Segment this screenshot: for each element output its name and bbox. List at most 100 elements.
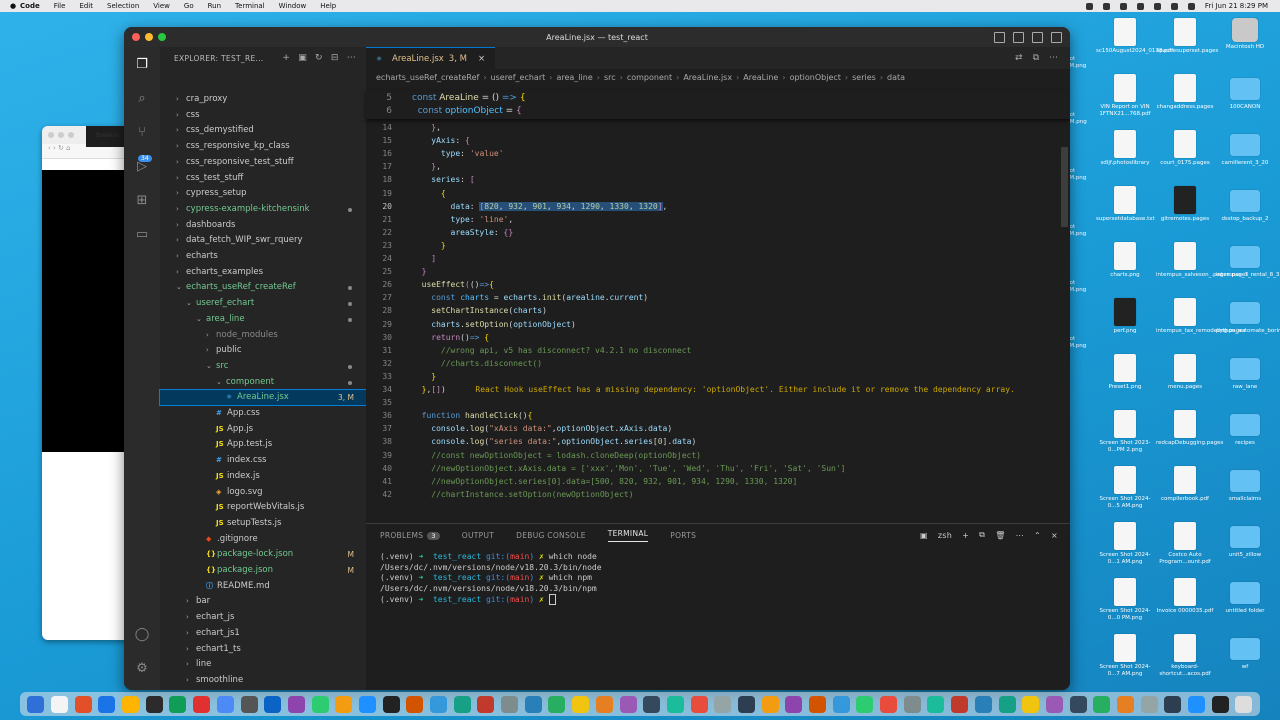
dock-app-icon[interactable] [974, 695, 992, 713]
dock-app-icon[interactable] [382, 695, 400, 713]
dock-app-icon[interactable] [880, 695, 898, 713]
source-control-icon[interactable]: ⑂ [134, 125, 150, 141]
desktop-icon[interactable]: camillerent_3_20 [1216, 130, 1274, 167]
code-line[interactable]: 40 //newOptionObject.xAxis.data = ['xxx'… [366, 462, 1070, 475]
menu-selection[interactable]: Selection [107, 2, 139, 10]
editor-scrollbar[interactable] [1061, 147, 1068, 227]
dock-app-icon[interactable] [785, 695, 803, 713]
status-icon[interactable] [1102, 2, 1110, 10]
desktop-icon[interactable]: python_automate_boring [1216, 298, 1280, 335]
tree-folder[interactable]: › echarts [160, 249, 366, 264]
desktop-icon[interactable]: charts.png [1096, 242, 1154, 279]
desktop-icon[interactable]: court_0175.pages [1156, 130, 1214, 167]
tree-folder[interactable]: › echart_js [160, 610, 366, 625]
code-line[interactable]: 35 [366, 396, 1070, 409]
desktop-icon[interactable]: 100CANON [1216, 74, 1274, 111]
tree-folder[interactable]: ⌄ src [160, 359, 366, 374]
breadcrumb-item[interactable]: data [887, 73, 905, 82]
desktop-icon[interactable]: gitremotes.pages [1156, 186, 1214, 223]
code-line[interactable]: 17 }, [366, 160, 1070, 173]
menu-window[interactable]: Window [279, 2, 307, 10]
menu-edit[interactable]: Edit [79, 2, 93, 10]
menu-app[interactable]: Code [20, 2, 40, 10]
code-line[interactable]: 29 charts.setOption(optionObject) [366, 318, 1070, 331]
background-browser-window[interactable]: Breakin ‹ › ↻ ⌂ [42, 126, 132, 640]
control-center-icon[interactable] [1187, 2, 1195, 10]
dock-app-icon[interactable] [572, 695, 590, 713]
desktop-icon[interactable]: smallclaims [1216, 466, 1274, 503]
code-line[interactable]: 34 },[]) React Hook useEffect has a miss… [366, 383, 1070, 396]
desktop-icon[interactable]: Costco Auto Program...ount.pdf [1156, 522, 1214, 566]
tree-folder[interactable]: › echart1_ts [160, 642, 366, 657]
desktop-icon[interactable]: VIN Report on VIN 1FTNX21...768.pdf [1096, 74, 1154, 118]
code-line[interactable]: 26 useEffect(()=>{ [366, 278, 1070, 291]
code-line[interactable]: 23 } [366, 239, 1070, 252]
code-line[interactable]: 24 ] [366, 252, 1070, 265]
desktop-icon[interactable]: sdljf.photoslibrary [1096, 130, 1154, 167]
code-line[interactable]: 27 const charts = echarts.init(arealine.… [366, 291, 1070, 304]
dock-app-icon[interactable] [240, 695, 258, 713]
dock-app-icon[interactable] [714, 695, 732, 713]
tree-folder[interactable]: › smoothline [160, 673, 366, 688]
code-line[interactable]: 21 type: 'line', [366, 213, 1070, 226]
desktop-icon[interactable]: supersetdatabase.txt [1096, 186, 1155, 223]
breadcrumb-item[interactable]: optionObject [790, 73, 841, 82]
breadcrumb-item[interactable]: series [852, 73, 876, 82]
dock-app-icon[interactable] [264, 695, 282, 713]
code-view[interactable]: 14 }, 15 yAxis: {16 type: 'value' 17 }, 18 … [366, 91, 1070, 503]
menu-view[interactable]: View [153, 2, 170, 10]
breadcrumb-item[interactable]: AreaLine [743, 73, 778, 82]
dock-app-icon[interactable] [477, 695, 495, 713]
menu-file[interactable]: File [54, 2, 66, 10]
dock-app-icon[interactable] [453, 695, 471, 713]
dock-app-icon[interactable] [856, 695, 874, 713]
breadcrumb-item[interactable]: AreaLine.jsx [683, 73, 732, 82]
menu-help[interactable]: Help [320, 2, 336, 10]
code-line[interactable]: 14 }, [366, 121, 1070, 134]
browser-tab[interactable]: Breakin [86, 126, 129, 147]
tree-file[interactable]: ◆ .gitignore [160, 532, 366, 547]
desktop-icon[interactable]: raw_lane [1216, 354, 1274, 391]
dock-app-icon[interactable] [595, 695, 613, 713]
tree-folder[interactable]: › css [160, 108, 366, 123]
dock-app-icon[interactable] [1211, 695, 1229, 713]
desktop-icon[interactable]: unit5_zillow [1216, 522, 1274, 559]
account-icon[interactable]: ◯ [134, 627, 150, 643]
dock-app-icon[interactable] [548, 695, 566, 713]
code-line[interactable]: 6 const optionObject = { [366, 105, 1070, 118]
desktop-icon[interactable]: menu.pages [1156, 354, 1214, 391]
code-line[interactable]: 18 series: [ [366, 173, 1070, 186]
tree-folder[interactable]: › public [160, 343, 366, 358]
dock-app-icon[interactable] [1140, 695, 1158, 713]
code-line[interactable]: 15 yAxis: { [366, 134, 1070, 147]
status-icon[interactable] [1085, 2, 1093, 10]
dock-app-icon[interactable] [666, 695, 684, 713]
desktop-icon[interactable]: perf.png [1096, 298, 1154, 335]
tree-file[interactable]: JS setupTests.js [160, 516, 366, 531]
tree-file[interactable]: # App.css [160, 406, 366, 421]
dock-app-icon[interactable] [1069, 695, 1087, 713]
desktop-icon[interactable]: compilerbook.pdf [1156, 466, 1214, 503]
dock-app-icon[interactable] [832, 695, 850, 713]
code-line[interactable]: 19 { [366, 187, 1070, 200]
menu-terminal[interactable]: Terminal [235, 2, 265, 10]
new-file-icon[interactable]: + [282, 53, 290, 63]
customize-layout-icon[interactable] [1051, 32, 1062, 43]
tree-folder[interactable]: › cra_proxy [160, 92, 366, 107]
close-tab-icon[interactable]: × [478, 54, 485, 64]
tree-folder[interactable]: › line [160, 657, 366, 672]
breadcrumb-item[interactable]: area_line [556, 73, 592, 82]
code-line[interactable]: 41 //newOptionObject.series[0].data=[500… [366, 475, 1070, 488]
more-actions-icon[interactable]: ⋯ [1049, 53, 1058, 63]
tab-output[interactable]: OUTPUT [462, 531, 494, 540]
menu-go[interactable]: Go [184, 2, 194, 10]
code-line[interactable]: 16 type: 'value' [366, 147, 1070, 160]
tree-folder[interactable]: ⌄ echarts_useRef_createRef [160, 280, 366, 295]
settings-gear-icon[interactable]: ⚙ [134, 661, 150, 677]
dock-app-icon[interactable] [430, 695, 448, 713]
desktop-icon[interactable]: Invoice 0000035.pdf [1156, 578, 1214, 615]
dock-app-icon[interactable] [1022, 695, 1040, 713]
dock-app-icon[interactable] [335, 695, 353, 713]
split-terminal-icon[interactable]: ⧉ [979, 530, 985, 540]
menu-run[interactable]: Run [208, 2, 221, 10]
